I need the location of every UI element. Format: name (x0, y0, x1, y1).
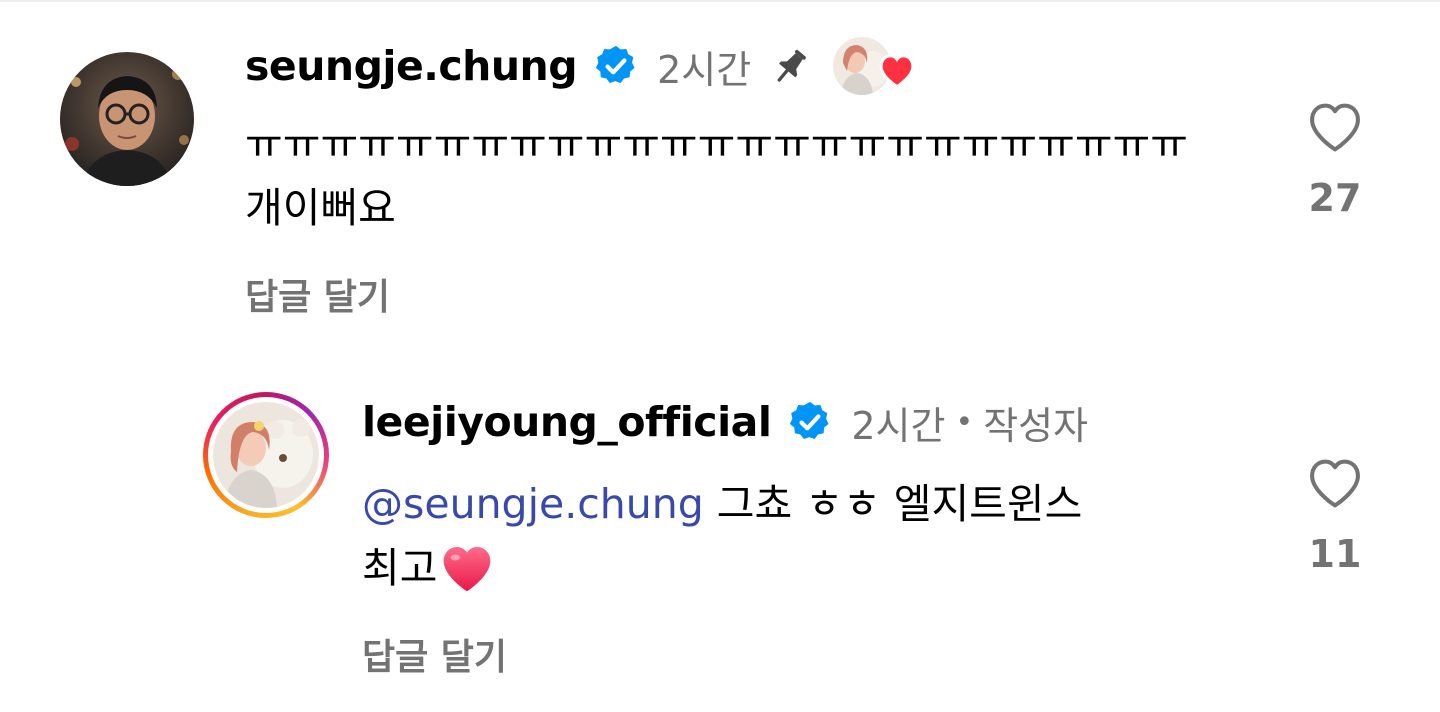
liked-heart-icon (879, 54, 915, 89)
mention-link[interactable]: @seungje.chung (362, 480, 704, 528)
reply-comment-item: leejiyoung_official 2시간 • 작성자 @seungje.c… (0, 340, 1440, 712)
avatar-photo (60, 52, 194, 186)
comment-text: @seungje.chung 그쵸 ㅎㅎ 엘지트윈스 최고 (362, 472, 1082, 600)
comment-text: ㅠㅠㅠㅠㅠㅠㅠㅠㅠㅠㅠㅠㅠㅠㅠㅠㅠㅠㅠㅠㅠㅠㅠㅠㅠ 개이뻐요 (245, 112, 1188, 240)
avatar[interactable] (60, 52, 194, 186)
avatar (213, 402, 319, 508)
pin-icon (777, 49, 807, 82)
like-column: 11 (1290, 454, 1380, 576)
like-count: 11 (1308, 532, 1362, 576)
heart-outline-icon[interactable] (1304, 98, 1366, 154)
reply-button[interactable]: 답글 달기 (245, 268, 390, 320)
comment-line: 최고 (362, 536, 1082, 600)
comment-time: 2시간 (851, 403, 946, 448)
comment-header: leejiyoung_official 2시간 • 작성자 (362, 392, 1088, 452)
comment-line: 개이뻐요 (245, 184, 396, 232)
avatar-photo (213, 402, 319, 508)
story-ring-inner (208, 397, 324, 513)
comment-line: @seungje.chung 그쵸 ㅎㅎ 엘지트윈스 (362, 472, 1082, 536)
like-column: 27 (1290, 98, 1380, 220)
separator-dot: • (955, 404, 974, 440)
verified-badge-icon (595, 45, 635, 84)
comment-header: seungje.chung 2시간 (245, 36, 919, 96)
username[interactable]: seungje.chung (245, 42, 578, 90)
heart-outline-icon[interactable] (1304, 454, 1366, 510)
reply-button[interactable]: 답글 달기 (362, 628, 507, 680)
comment-line: ㅠㅠㅠㅠㅠㅠㅠㅠㅠㅠㅠㅠㅠㅠㅠㅠㅠㅠㅠㅠㅠㅠㅠㅠㅠ (245, 120, 1188, 168)
comment-line-text: 최고 (362, 544, 438, 592)
comment-time: 2시간 (657, 47, 752, 92)
username[interactable]: leejiyoung_official (362, 398, 772, 446)
like-count: 27 (1308, 176, 1362, 220)
author-badge: 작성자 (983, 403, 1089, 448)
liked-by-creator (833, 37, 919, 95)
comment-line-text: 그쵸 ㅎㅎ 엘지트윈스 (703, 480, 1083, 528)
verified-badge-icon (790, 401, 829, 440)
comment-item: seungje.chung 2시간 ㅠㅠㅠㅠㅠㅠㅠㅠㅠㅠㅠㅠㅠㅠㅠㅠㅠㅠㅠㅠㅠㅠ… (0, 0, 1440, 340)
story-ring[interactable] (203, 392, 329, 518)
heart-emoji-icon (444, 547, 491, 592)
